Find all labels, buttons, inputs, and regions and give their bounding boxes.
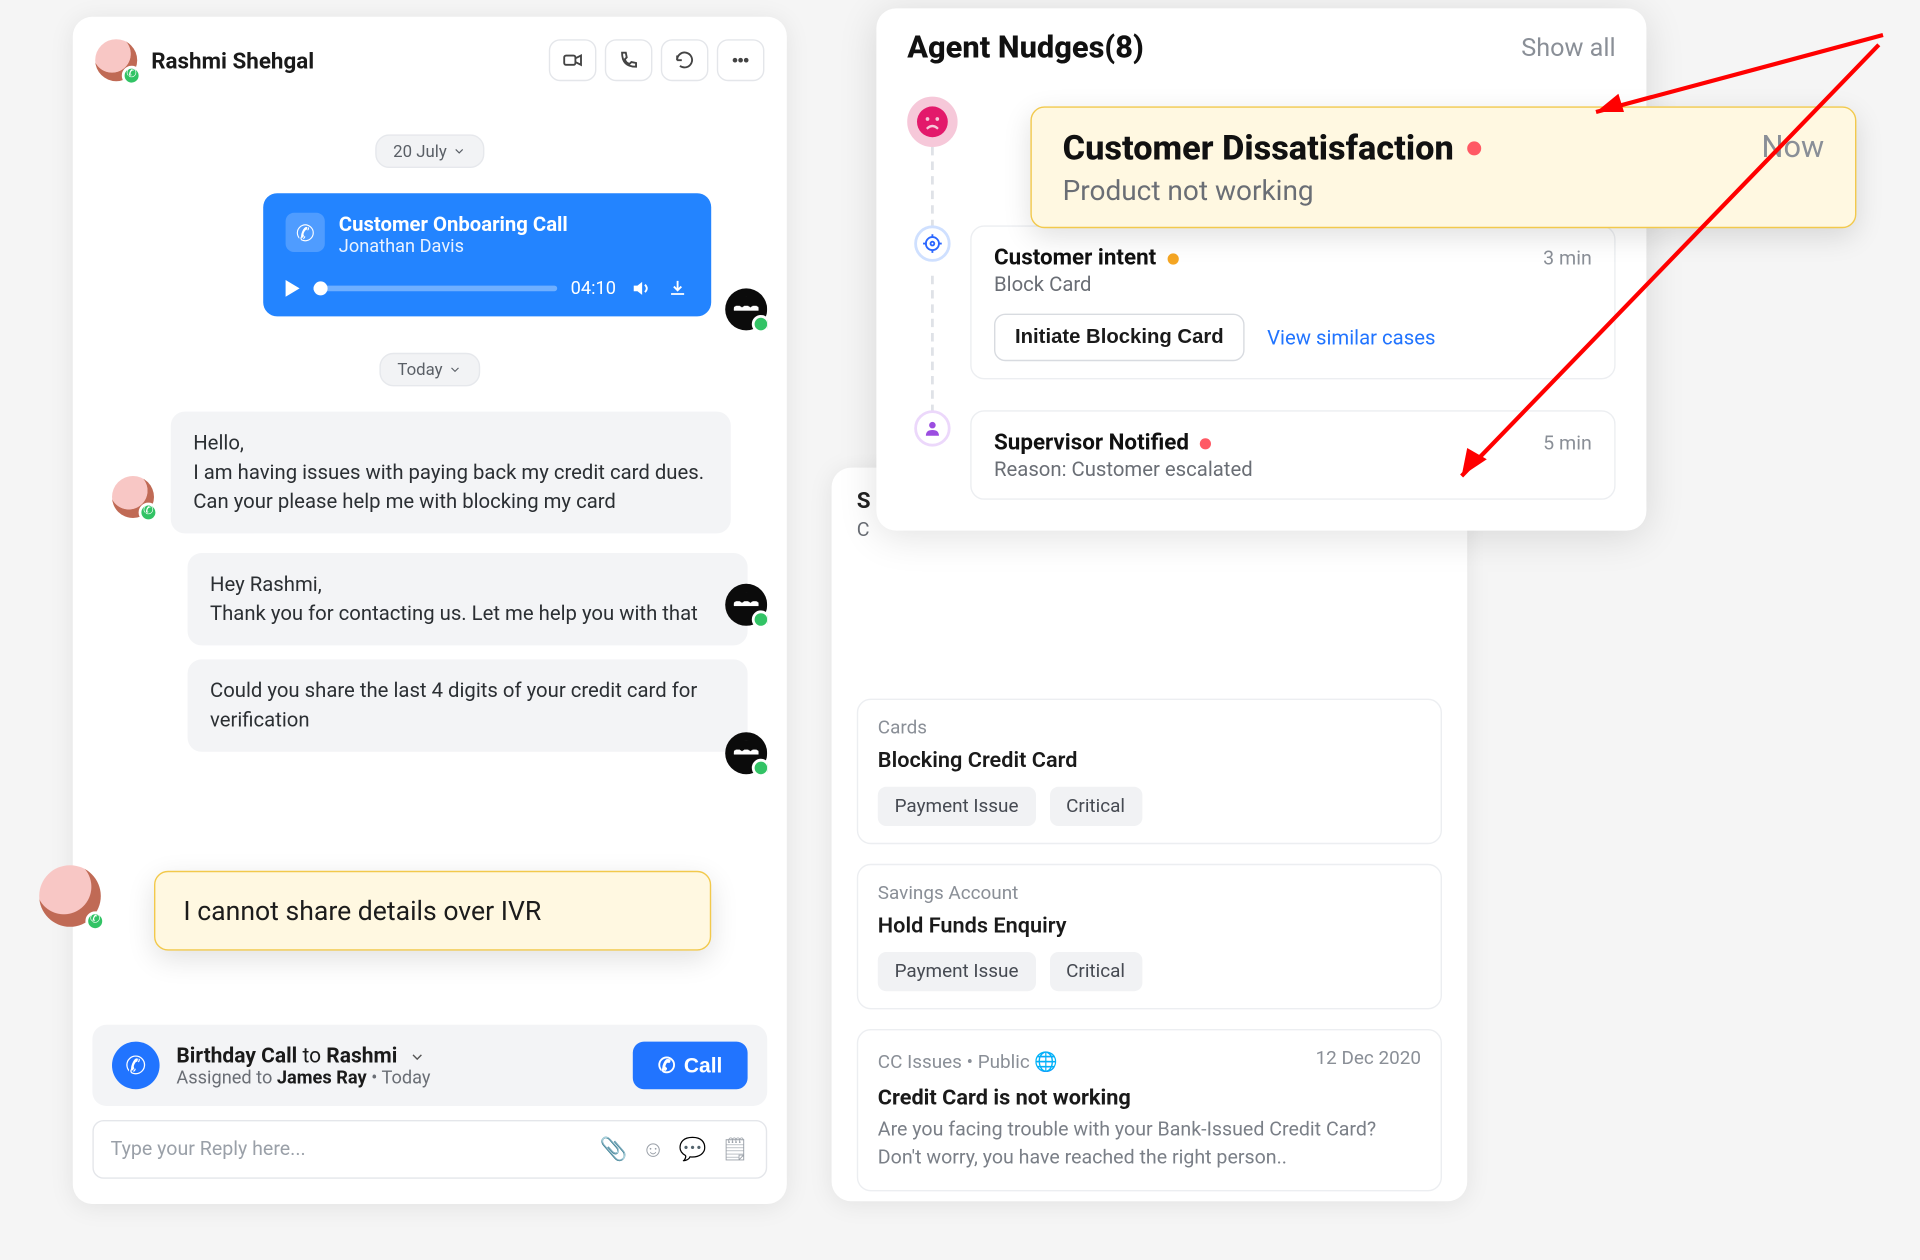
case-title: Hold Funds Enquiry: [878, 913, 1421, 938]
dissat-title: Customer Dissatisfaction: [1063, 127, 1454, 168]
nudge-title: Supervisor Notified: [994, 428, 1189, 455]
nudge-time: 3 min: [1543, 248, 1592, 270]
customer-message: Hello, I am having issues with paying ba…: [171, 412, 731, 534]
case-category: Cards: [878, 717, 1421, 739]
more-icon: [729, 49, 751, 71]
chat-panel: Rashmi Shehgal 20 July: [73, 17, 787, 1204]
agent-avatar: [725, 732, 767, 774]
chat-header: Rashmi Shehgal: [92, 36, 767, 92]
highlighted-message: I cannot share details over IVR: [154, 871, 711, 951]
canned-response-icon[interactable]: 💬: [679, 1135, 707, 1163]
chevron-down-icon: [408, 1048, 425, 1065]
phone-icon: [617, 49, 639, 71]
sad-face-icon: [907, 97, 957, 147]
audio-duration: 04:10: [571, 278, 616, 299]
kb-date: 12 Dec 2020: [1316, 1047, 1421, 1069]
case-title: Blocking Credit Card: [878, 748, 1421, 773]
dissat-time: Now: [1762, 130, 1825, 165]
template-icon[interactable]: 🗒: [721, 1135, 749, 1163]
nudges-title: Agent Nudges(8): [907, 31, 1144, 66]
phone-status-badge: [85, 911, 105, 931]
phone-icon: ✆: [658, 1053, 676, 1078]
assignment-card: Birthday Call to Rashmi Assigned to Jame…: [92, 1025, 767, 1106]
voice-title: Customer Onboaring Call: [339, 213, 568, 237]
tag-chip[interactable]: Payment Issue: [878, 787, 1036, 826]
initiate-blocking-button[interactable]: Initiate Blocking Card: [994, 314, 1245, 362]
contact-name: Rashmi Shehgal: [151, 47, 314, 74]
date-separator[interactable]: 20 July: [375, 134, 485, 168]
globe-icon: 🌐: [1034, 1051, 1058, 1073]
nudge-title: Customer intent: [994, 244, 1156, 271]
refresh-button[interactable]: [661, 39, 709, 81]
play-button[interactable]: [286, 280, 300, 297]
volume-icon[interactable]: [630, 277, 652, 299]
right-panel: S C Cards Blocking Credit Card Payment I…: [832, 468, 1468, 1202]
person-icon: [914, 410, 950, 446]
agent-message: Hey Rashmi, Thank you for contacting us.…: [188, 553, 748, 645]
emoji-icon[interactable]: ☺: [642, 1135, 665, 1163]
video-icon: [561, 49, 583, 71]
assignment-subtitle: Assigned to James Ray • Today: [176, 1068, 430, 1089]
tag-chip[interactable]: Payment Issue: [878, 952, 1036, 991]
case-category: Savings Account: [878, 882, 1421, 904]
nudge-card[interactable]: Supervisor Notified 5 min Reason: Custom…: [970, 410, 1615, 500]
status-dot: [1468, 141, 1482, 155]
tag-chip[interactable]: Critical: [1049, 952, 1141, 991]
nudge-time: 5 min: [1543, 433, 1592, 455]
voice-presenter: Jonathan Davis: [339, 237, 568, 258]
reply-input[interactable]: Type your Reply here... 📎 ☺ 💬 🗒: [92, 1120, 767, 1179]
agent-nudges-panel: Agent Nudges(8) Show all Customer intent…: [876, 8, 1646, 530]
case-card[interactable]: Cards Blocking Credit Card Payment Issue…: [857, 699, 1442, 845]
status-dot: [1200, 438, 1211, 449]
status-dot: [1167, 253, 1178, 264]
target-icon: [914, 225, 950, 261]
chat-body: 20 July Customer Onboaring Call Jonathan…: [92, 92, 767, 1024]
date-separator[interactable]: Today: [379, 353, 480, 387]
chevron-down-icon: [448, 363, 462, 377]
kb-title: Credit Card is not working: [878, 1085, 1421, 1110]
agent-avatar: [725, 288, 767, 330]
date-label: Today: [397, 360, 442, 380]
phone-icon: [286, 213, 325, 252]
video-call-button[interactable]: [549, 39, 597, 81]
call-button[interactable]: ✆ Call: [633, 1042, 748, 1090]
contact-avatar[interactable]: [95, 39, 137, 81]
kb-article-card[interactable]: 12 Dec 2020 CC Issues • Public 🌐 Credit …: [857, 1029, 1442, 1191]
phone-status-badge: [122, 66, 142, 86]
assignment-title[interactable]: Birthday Call to Rashmi: [176, 1042, 430, 1067]
dissatisfaction-card[interactable]: Customer Dissatisfaction Now Product not…: [1030, 106, 1856, 228]
show-all-link[interactable]: Show all: [1521, 34, 1615, 63]
tag-chip[interactable]: Critical: [1049, 787, 1141, 826]
nudge-subtitle: Block Card: [994, 273, 1592, 297]
contact-avatar-large: [39, 865, 101, 927]
view-similar-link[interactable]: View similar cases: [1267, 326, 1435, 350]
nudge-card[interactable]: Customer intent 3 min Block Card Initiat…: [970, 225, 1615, 379]
agent-avatar: [725, 584, 767, 626]
nudge-subtitle: Reason: Customer escalated: [994, 458, 1592, 482]
more-button[interactable]: [717, 39, 765, 81]
reply-placeholder: Type your Reply here...: [111, 1138, 600, 1160]
kb-meta: CC Issues • Public 🌐: [878, 1051, 1058, 1073]
phone-icon: [112, 1042, 160, 1090]
voice-message: Customer Onboaring Call Jonathan Davis 0…: [263, 193, 711, 316]
refresh-icon: [673, 49, 695, 71]
voice-call-button[interactable]: [605, 39, 653, 81]
audio-progress[interactable]: [314, 286, 557, 292]
agent-message: Could you share the last 4 digits of you…: [188, 660, 748, 752]
chevron-down-icon: [452, 144, 466, 158]
download-icon[interactable]: [666, 277, 688, 299]
case-card[interactable]: Savings Account Hold Funds Enquiry Payme…: [857, 864, 1442, 1010]
date-label: 20 July: [393, 141, 447, 161]
contact-avatar: [112, 476, 154, 518]
kb-description: Are you facing trouble with your Bank-Is…: [878, 1116, 1421, 1173]
attach-icon[interactable]: 📎: [600, 1135, 628, 1163]
dissat-subtitle: Product not working: [1063, 174, 1825, 208]
